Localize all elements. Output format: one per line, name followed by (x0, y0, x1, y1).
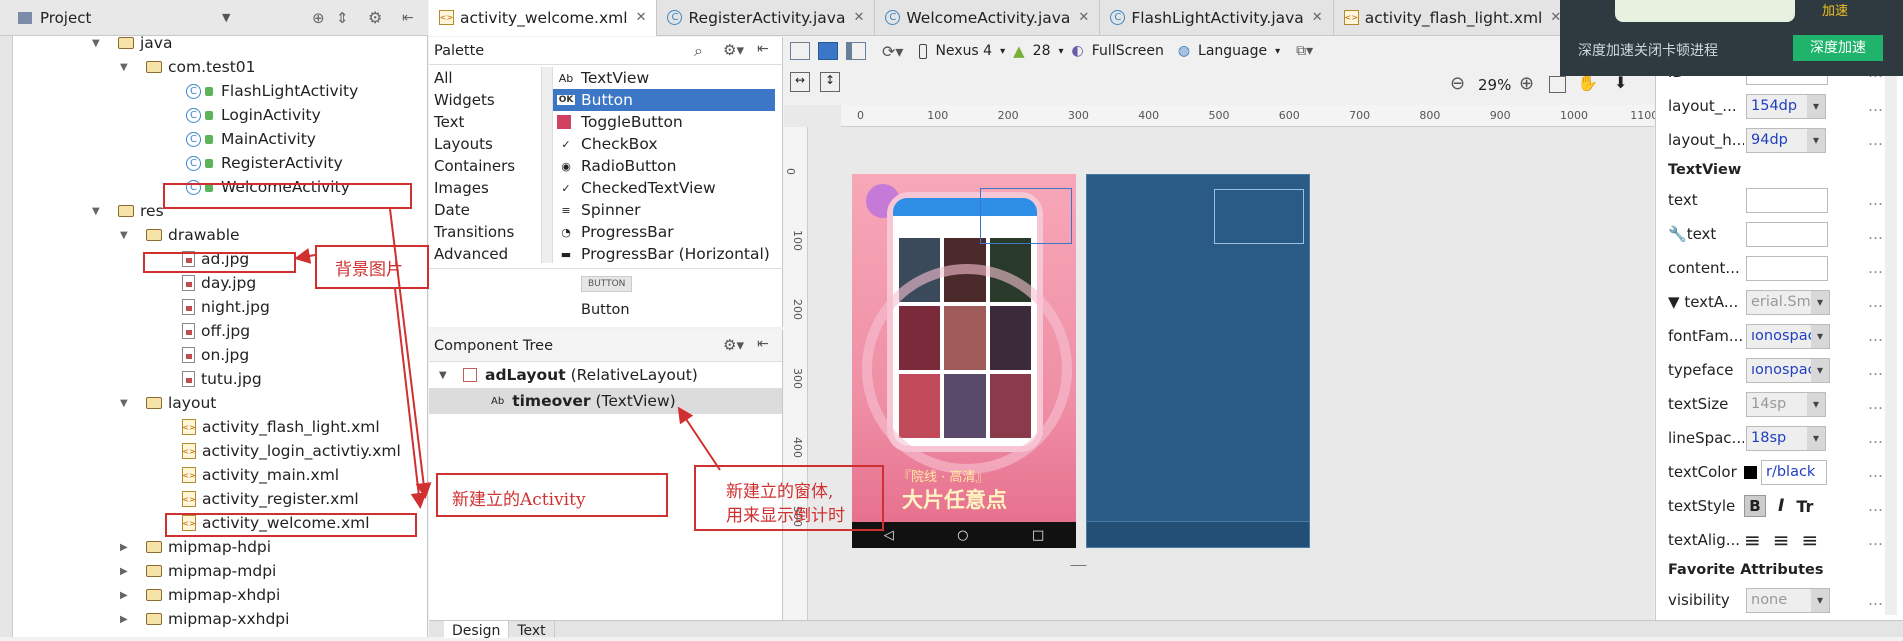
tab-design[interactable]: Design (444, 620, 510, 639)
arrow-bg-to-phone (394, 288, 427, 509)
arrow-new-window (677, 406, 721, 471)
arrow-welcome (389, 208, 432, 499)
editor-bottom-tabs: Design Text (429, 620, 1903, 639)
tab-text[interactable]: Text (509, 620, 555, 639)
arrow-bg-image (294, 248, 316, 264)
annotation-arrows (294, 208, 721, 509)
